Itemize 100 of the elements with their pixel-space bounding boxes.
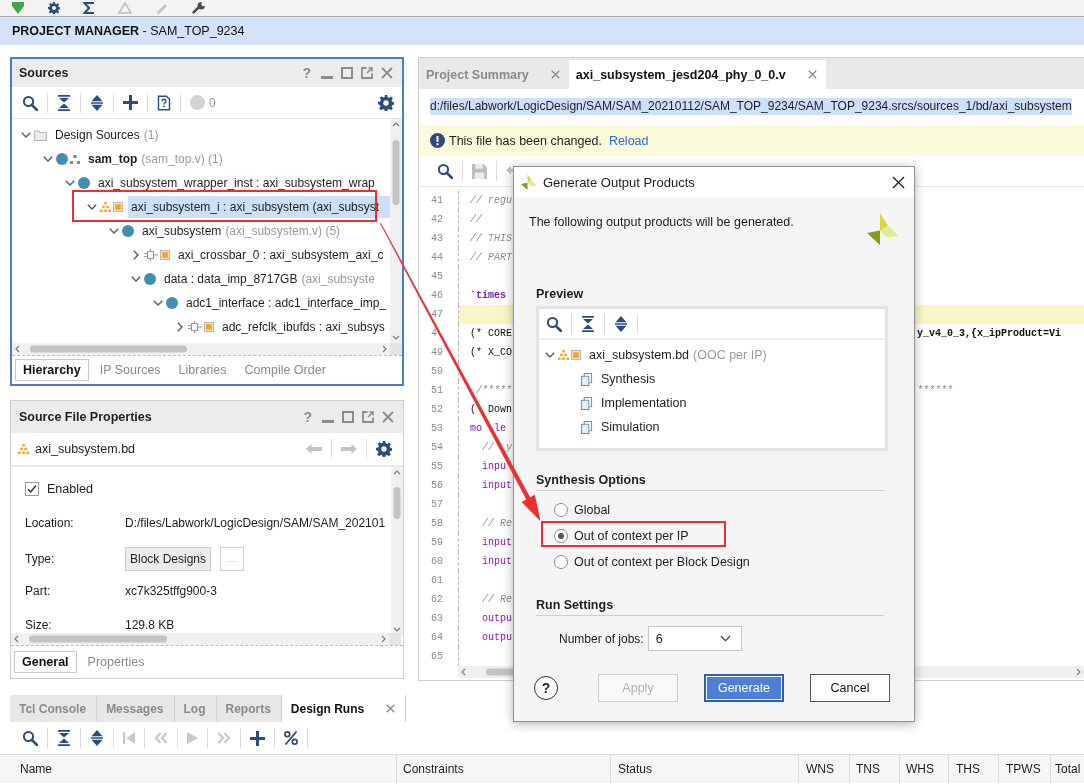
plus-icon[interactable] (250, 730, 265, 746)
maximize-icon[interactable] (342, 411, 354, 423)
sum-icon[interactable] (83, 2, 95, 14)
horizontal-scrollbar[interactable] (11, 633, 401, 645)
expand-all-icon[interactable] (90, 730, 104, 746)
vertical-scrollbar[interactable] (391, 467, 403, 635)
chevron-down-icon[interactable] (21, 132, 31, 138)
chevron-down-icon[interactable] (87, 204, 97, 210)
panel-tab[interactable]: Properties (80, 651, 152, 673)
chevron-down-icon[interactable] (109, 228, 119, 234)
field-label: Location: (25, 516, 74, 530)
pyramid-icon (100, 202, 111, 212)
plus-icon[interactable] (123, 95, 138, 110)
search-icon[interactable] (22, 730, 38, 746)
code-text: mo le (470, 423, 506, 434)
vertical-scrollbar[interactable] (390, 119, 402, 343)
settings-icon[interactable] (376, 441, 392, 457)
panel-tab[interactable]: Compile Order (237, 359, 333, 381)
column-header[interactable]: TNS (849, 755, 899, 783)
chevron-down-icon[interactable] (719, 635, 731, 642)
search-icon[interactable] (437, 163, 453, 179)
chevron-down-icon[interactable] (153, 300, 163, 306)
panel-tab[interactable]: IP Sources (92, 359, 168, 381)
tree-item[interactable]: Synthesis (598, 368, 659, 390)
search-icon[interactable] (546, 315, 562, 332)
chip-icon (144, 249, 158, 261)
column-header[interactable]: Total (1050, 755, 1084, 783)
editor-tab[interactable]: axi_subsystem_jesd204_phy_0_0.v (568, 60, 826, 89)
wrench-icon[interactable] (192, 2, 205, 14)
collapse-all-icon[interactable] (57, 730, 71, 746)
tree-item[interactable]: axi_subsystem (139, 220, 225, 242)
checkbox-label[interactable]: Enabled (47, 482, 93, 496)
line-number: 41 (431, 195, 443, 206)
radio-button[interactable] (554, 529, 568, 543)
code-text: // PART (470, 252, 512, 263)
chevron-down-icon[interactable] (131, 276, 141, 282)
dialog-title: Generate Output Products (543, 174, 695, 190)
panel-tab[interactable]: Libraries (171, 359, 234, 381)
tree-item[interactable]: axi_subsystem_wrapper_inst : axi_subsystem_wrap (95, 172, 378, 194)
column-header[interactable]: THS (948, 755, 998, 783)
column-header[interactable]: Constraints (396, 755, 610, 783)
settings-icon[interactable] (48, 2, 60, 14)
tree-item[interactable]: sam_top (85, 148, 141, 170)
chevron-down-icon[interactable] (43, 156, 53, 162)
primary-button[interactable]: Generate (704, 674, 784, 702)
tree-item[interactable]: axi_crossbar_0 : axi_subsystem_axi_c (175, 244, 387, 266)
code-text: outpu (482, 613, 513, 624)
skip-to-start-icon[interactable] (123, 732, 135, 744)
tree-item[interactable]: adc_refclk_ibufds : axi_subsys (219, 316, 388, 338)
jobs-dropdown[interactable]: 6 (647, 626, 742, 651)
minimize-icon[interactable] (321, 75, 333, 79)
collapse-all-icon[interactable] (57, 94, 71, 111)
tree-item[interactable]: Implementation (598, 392, 690, 414)
float-window-icon[interactable] (361, 67, 373, 79)
tree-item[interactable]: axi_subsystem.bd (586, 344, 693, 366)
column-header[interactable]: Status (610, 755, 798, 783)
type-button[interactable]: Block Designs (125, 547, 212, 571)
settings-icon[interactable] (378, 94, 394, 111)
reload-link[interactable]: Reload (608, 133, 649, 148)
panel-tab[interactable]: General (14, 651, 77, 673)
pin-icon[interactable] (11, 2, 25, 14)
code-text: ****** (917, 385, 953, 396)
chevron-right-icon[interactable] (177, 322, 183, 332)
help-document-icon[interactable] (157, 94, 171, 111)
line-number: 64 (431, 632, 443, 643)
expand-all-icon[interactable] (614, 315, 628, 332)
help-button[interactable]: ? (534, 676, 558, 700)
logo-icon (521, 174, 537, 190)
radio-label[interactable]: Out of context per Block Design (574, 555, 750, 569)
radio-button[interactable] (554, 503, 568, 517)
tree-item[interactable]: data : data_imp_8717GB (161, 268, 301, 290)
close-icon[interactable] (892, 175, 905, 189)
panel-tab[interactable]: Hierarchy (15, 359, 89, 381)
maximize-icon[interactable] (341, 67, 353, 79)
chevron-down-icon[interactable] (65, 180, 75, 186)
checkbox[interactable] (25, 482, 39, 496)
square-icon (571, 350, 581, 360)
tree-item[interactable]: Design Sources (52, 124, 143, 146)
chevron-down-icon[interactable] (545, 352, 555, 358)
line-number: 53 (431, 423, 443, 434)
float-window-icon[interactable] (362, 411, 374, 423)
dialog-button[interactable]: Cancel (810, 674, 890, 702)
column-header[interactable]: TPWS (998, 755, 1050, 783)
file-path: d:/files/Labwork/LogicDesign/SAM/SAM_20210112/SAM_TOP_9234/SAM_TOP_9234.srcs/sources_1/bd/axi_subsystem (430, 97, 1072, 115)
search-icon[interactable] (22, 94, 38, 111)
chevron-right-icon[interactable] (133, 250, 139, 260)
minimize-icon[interactable] (322, 419, 334, 423)
radio-label[interactable]: Global (574, 503, 611, 517)
column-header[interactable]: Name (0, 755, 396, 783)
tree-item[interactable]: Simulation (598, 416, 663, 438)
field-value: D:/files/Labwork/LogicDesign/SAM/SAM_202101 (125, 516, 386, 530)
tree-item[interactable]: adc1_interface : adc1_interface_imp_ (183, 292, 390, 314)
column-header[interactable]: WHS (899, 755, 948, 783)
radio-button[interactable] (554, 555, 568, 569)
radio-label[interactable]: Out of context per IP (574, 529, 689, 543)
column-header[interactable]: WNS (798, 755, 849, 783)
expand-all-icon[interactable] (90, 94, 104, 111)
horizontal-scrollbar[interactable] (12, 343, 402, 355)
collapse-all-icon[interactable] (581, 315, 595, 332)
percent-icon[interactable] (284, 731, 298, 745)
